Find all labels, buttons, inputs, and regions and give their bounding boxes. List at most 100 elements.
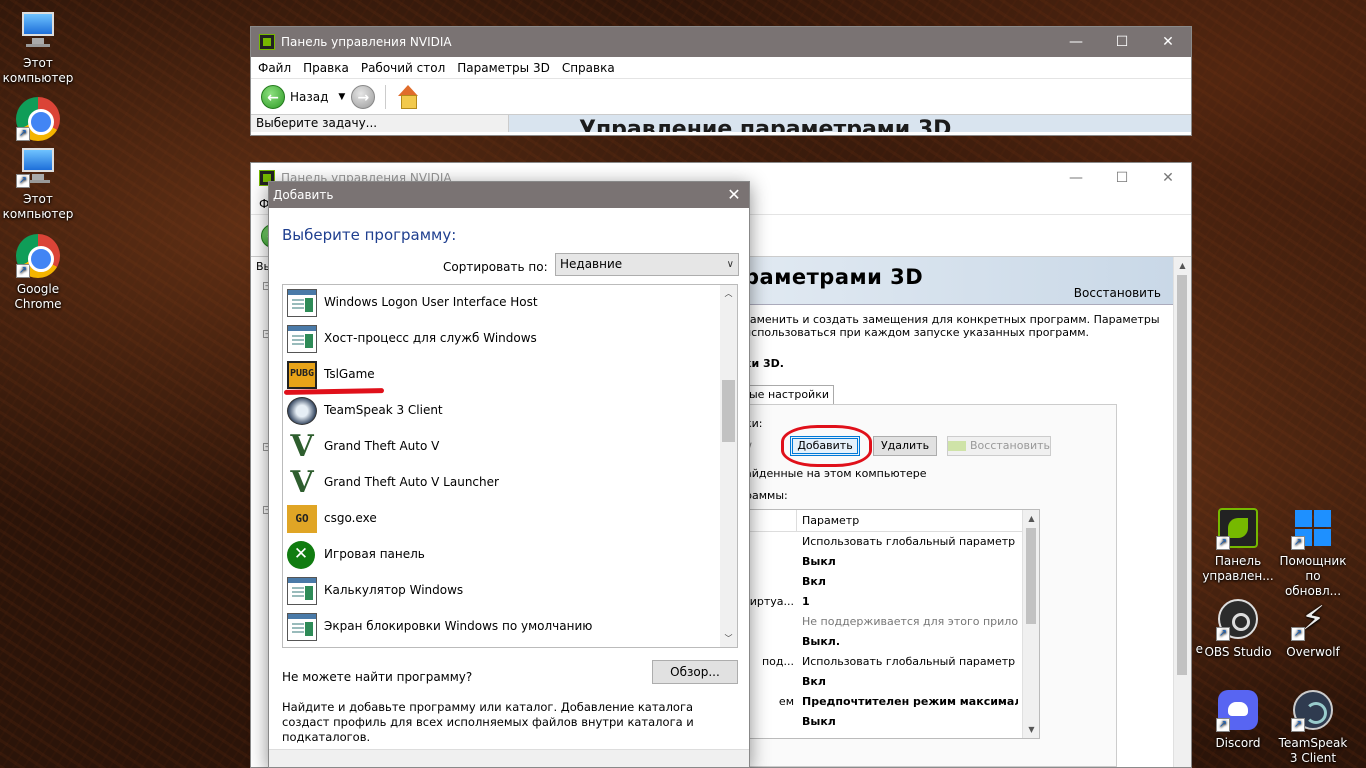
shortcut-arrow-icon: ↗ [1216, 718, 1230, 732]
home-icon[interactable] [396, 84, 420, 109]
shortcut-arrow-icon: ↗ [1291, 627, 1305, 641]
minimize-button[interactable]: — [1053, 27, 1099, 57]
list-item[interactable]: Хост-процесс для служб Windows [283, 321, 737, 357]
sort-dropdown[interactable]: Недавние ∨ [555, 253, 739, 276]
dialog-title: Добавить [273, 188, 334, 202]
setting-value: Не поддерживается для этого приложе... [802, 615, 1018, 628]
scrollbar-thumb[interactable] [1026, 528, 1036, 624]
table-row[interactable]: под... Использовать глобальный параметр (… [746, 652, 1039, 672]
menu-file[interactable]: Файл [258, 61, 291, 75]
window-title: Панель управления NVIDIA [281, 35, 452, 49]
program-name: Grand Theft Auto V Launcher [324, 475, 499, 489]
window-app-icon [287, 289, 317, 317]
window-app-icon [287, 325, 317, 353]
teamspeak-icon [287, 397, 317, 425]
forward-arrow-icon[interactable]: → [351, 84, 376, 109]
back-arrow-icon[interactable]: ← [261, 84, 285, 109]
program-settings-panel: ки: ∨ Добавить Удалить Восстановить айде… [744, 404, 1117, 767]
close-button[interactable]: ✕ [1145, 163, 1191, 193]
list-item[interactable]: Игровая панель [283, 537, 737, 573]
menu-3d-settings[interactable]: Параметры 3D [457, 61, 550, 75]
shortcut-arrow-icon: ↗ [16, 264, 30, 278]
table-row[interactable]: Выкл [746, 712, 1039, 732]
close-button[interactable]: ✕ [719, 182, 749, 208]
csgo-icon: GO [287, 505, 317, 533]
tab-program-settings[interactable]: ые настройки [744, 385, 834, 405]
program-name: Экран блокировки Windows по умолчанию [324, 619, 593, 633]
window-app-icon [287, 613, 317, 641]
table-row[interactable]: Использовать глобальный параметр (Все) [746, 532, 1039, 552]
table-row[interactable]: Выкл. [746, 632, 1039, 652]
sort-label: Сортировать по: [443, 260, 548, 274]
list-item[interactable]: Windows Logon User Interface Host [283, 285, 737, 321]
content-scrollbar[interactable]: ▲ [1173, 257, 1191, 767]
scroll-down-arrow-icon[interactable]: ﹀ [720, 630, 737, 647]
sort-dropdown-value: Недавние [560, 257, 623, 271]
shortcut-arrow-icon: ↗ [1291, 718, 1305, 732]
close-button[interactable]: ✕ [1145, 27, 1191, 57]
table-header: Параметр [746, 510, 1039, 532]
program-list-scrollbar[interactable]: ︿ ﹀ [720, 285, 737, 647]
table-row[interactable]: Вкл [746, 572, 1039, 592]
scroll-down-arrow-icon[interactable]: ▼ [1023, 721, 1040, 738]
back-history-dropdown-icon[interactable]: ▼ [338, 92, 345, 102]
restore-defaults-link[interactable]: Восстановить [1074, 286, 1161, 300]
found-programs-checkbox-label[interactable]: айденные на этом компьютере [745, 467, 927, 480]
list-item[interactable]: GO csgo.exe [283, 501, 737, 537]
chevron-down-icon: ∨ [726, 259, 734, 270]
desktop-icon-label: Этот компьютер [2, 192, 74, 221]
desktop-icon-label: Discord [1215, 736, 1261, 750]
remove-program-button[interactable]: Удалить [873, 436, 937, 456]
desktop-icon-discord[interactable]: ↗ Discord [1201, 688, 1275, 751]
scrollbar-thumb[interactable] [722, 380, 735, 442]
setting-value: Выкл [802, 555, 836, 568]
page-title-banner: Управление параметрами 3D [509, 115, 1191, 132]
table-row[interactable]: Выкл [746, 552, 1039, 572]
table-row[interactable]: ем Предпочтителен режим максимал... [746, 692, 1039, 712]
column-header-setting[interactable]: Параметр [802, 514, 859, 527]
menu-help[interactable]: Справка [562, 61, 615, 75]
task-prompt: Выберите задачу... [251, 115, 509, 132]
dialog-title-bar[interactable]: Добавить ✕ [269, 182, 749, 208]
desktop-icon-google-chrome[interactable]: ↗ Google Chrome [1, 234, 75, 312]
list-item[interactable]: TeamSpeak 3 Client [283, 393, 737, 429]
table-row[interactable]: Вкл [746, 672, 1039, 692]
dialog-heading: Выберите программу: [282, 226, 457, 244]
program-name: TslGame [324, 367, 375, 381]
table-scrollbar[interactable]: ▲ ▼ [1022, 510, 1039, 738]
desktop-icon-update-assistant[interactable]: ↗ Помощник по обновл... [1276, 506, 1350, 599]
desktop-icon-obs-studio[interactable]: ↗ OBS Studio [1201, 597, 1275, 660]
list-item[interactable]: Калькулятор Windows [283, 573, 737, 609]
scroll-up-arrow-icon[interactable]: ︿ [720, 285, 737, 302]
maximize-button[interactable]: ☐ [1099, 27, 1145, 57]
title-bar[interactable]: Панель управления NVIDIA — ☐ ✕ [251, 27, 1191, 57]
chrome-icon: ↗ [16, 97, 60, 141]
menu-edit[interactable]: Правка [303, 61, 349, 75]
desktop-icon-nvidia-panel[interactable]: ↗ Панель управлен... [1201, 506, 1275, 584]
desktop-icon-chrome[interactable]: ↗ [1, 97, 75, 145]
scroll-up-arrow-icon[interactable]: ▲ [1174, 257, 1191, 274]
program-list: Windows Logon User Interface Host Хост-п… [282, 284, 738, 648]
scrollbar-thumb[interactable] [1177, 275, 1187, 675]
desktop-icon-this-pc-2[interactable]: ↗ Этот компьютер [1, 144, 75, 222]
back-button-label[interactable]: Назад [290, 90, 328, 104]
menu-desktop[interactable]: Рабочий стол [361, 61, 445, 75]
desktop-icon-teamspeak[interactable]: ↗ TeamSpeak 3 Client [1276, 688, 1350, 766]
settings-table: Параметр Использовать глобальный парамет… [745, 509, 1040, 739]
setting-value: Предпочтителен режим максимал... [802, 695, 1018, 708]
list-item[interactable]: Экран блокировки Windows по умолчанию [283, 609, 737, 645]
table-row[interactable]: иртуа... 1 [746, 592, 1039, 612]
list-item[interactable]: V Grand Theft Auto V Launcher [283, 465, 737, 501]
table-row[interactable]: Не поддерживается для этого приложе... [746, 612, 1039, 632]
minimize-button[interactable]: — [1053, 163, 1099, 193]
list-item[interactable]: V Grand Theft Auto V [283, 429, 737, 465]
desktop-icon-this-pc[interactable]: Этот компьютер [1, 8, 75, 86]
browse-button[interactable]: Обзор... [652, 660, 738, 684]
toolbar: ← Назад ▼ → [251, 79, 1191, 115]
program-name: Хост-процесс для служб Windows [324, 331, 537, 345]
list-item[interactable]: PUBG TslGame [283, 357, 737, 395]
desktop-icon-overwolf[interactable]: ⚡ ↗ Overwolf [1276, 597, 1350, 660]
maximize-button[interactable]: ☐ [1099, 163, 1145, 193]
scroll-up-arrow-icon[interactable]: ▲ [1023, 510, 1040, 527]
program-name: Windows Logon User Interface Host [324, 295, 538, 309]
